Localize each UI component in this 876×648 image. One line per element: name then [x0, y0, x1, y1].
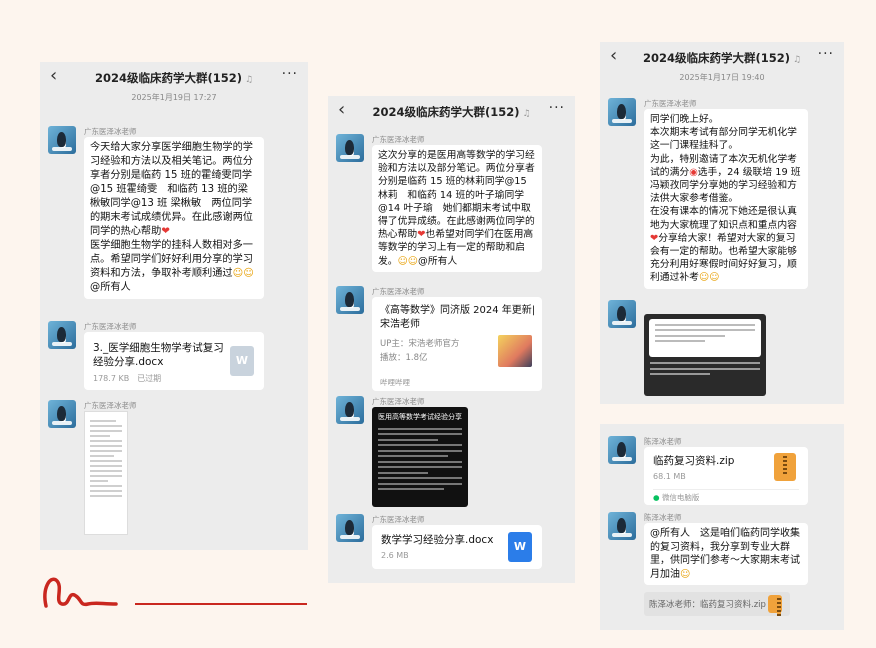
link-source: 哔哩哔哩: [380, 378, 410, 387]
sender-name: 广东医泽冰老师: [84, 401, 137, 410]
link-uploader: UP主：宋浩老师官方: [380, 339, 460, 349]
chat-header: ‹ 2024级临床药学大群(152) ♫ ···: [600, 42, 844, 72]
sender-name: 陈泽冰老师: [644, 437, 682, 446]
sender-name: 广东医泽冰老师: [644, 99, 697, 108]
sender-avatar[interactable]: [608, 300, 636, 328]
message-timestamp: 2025年1月19日 17:27: [131, 93, 217, 102]
chat-header: ‹ 2024级临床药学大群(152) ♫ ···: [40, 62, 308, 92]
sender-name: 广东医泽冰老师: [84, 127, 137, 136]
link-title: 《高等数学》同济版 2024 年更新|宋浩老师: [380, 305, 536, 330]
file-name: 3._医学细胞生物学考试复习经验分享.docx: [93, 342, 224, 368]
chat-header: ‹ 2024级临床药学大群(152) ♫ ···: [328, 96, 575, 126]
decorative-divider: [135, 603, 307, 605]
sender-avatar[interactable]: [48, 126, 76, 154]
message-timestamp: 2025年1月17日 19:40: [679, 73, 765, 82]
sender-avatar[interactable]: [608, 436, 636, 464]
file-size: 68.1 MB: [653, 472, 686, 481]
message-item: 广东医泽冰老师 《高等数学》同济版 2024 年更新|宋浩老师 UP主：宋浩老师…: [336, 286, 567, 396]
mute-bell-icon: ♫: [244, 75, 254, 85]
message-item: 广东医泽冰老师: [48, 400, 300, 540]
video-link-card[interactable]: 《高等数学》同济版 2024 年更新|宋浩老师 UP主：宋浩老师官方 播放：1.…: [372, 297, 542, 391]
smile-emoji-icon: ☺☺: [698, 272, 720, 284]
sender-name: 广东医泽冰老师: [84, 322, 137, 331]
message-item: 广东医泽冰老师 数学学习经验分享.docx 2.6 MB W: [336, 514, 567, 574]
chat-window-review-materials: 陈泽冰老师 临药复习资料.zip 68.1 MB ● 微信电脑版 陈泽冰老师 @…: [600, 424, 844, 630]
video-thumbnail: [498, 335, 532, 367]
message-item: 广东医泽冰老师 同学们晚上好。 本次期末考试有部分同学无机化学这一门课程挂科了。…: [608, 98, 836, 303]
sender-name: 广东医泽冰老师: [372, 287, 425, 296]
wechat-icon: ●: [653, 493, 660, 502]
sender-avatar[interactable]: [48, 400, 76, 428]
quote-text: 陈泽冰老师：临药复习资料.zip: [649, 600, 766, 610]
word-file-icon: W: [508, 532, 532, 562]
sender-name: 陈泽冰老师: [644, 513, 682, 522]
message-bubble[interactable]: 这次分享的是医用高等数学的学习经验和方法以及部分笔记。两位分享者分别是临药 15…: [372, 145, 542, 272]
chat-window-chemistry: ‹ 2024级临床药学大群(152) ♫ ··· 2025年1月17日 19:40…: [600, 42, 844, 404]
chat-window-math: ‹ 2024级临床药学大群(152) ♫ ··· 广东医泽冰老师 这次分享的是医用…: [328, 96, 575, 583]
message-item: 陈泽冰老师 @所有人 这是咱们临药同学收集的复习资料，我分享到专业大群里，供同学…: [608, 512, 836, 592]
message-item: [608, 300, 836, 400]
screenshot-title: 医用高等数学考试经验分享: [378, 413, 462, 421]
smile-emoji-icon: ☺☺: [397, 255, 419, 267]
file-card-docx[interactable]: 3._医学细胞生物学考试复习经验分享.docx 178.7 KB 已过期 W: [84, 332, 264, 390]
link-play-count: 播放：1.8亿: [380, 353, 428, 363]
chat-window-cell-biology: ‹ 2024级临床药学大群(152) ♫ ··· 2025年1月19日 17:27…: [40, 62, 308, 550]
heart-emoji-icon: ❤: [650, 232, 659, 244]
sender-avatar[interactable]: [608, 98, 636, 126]
sender-name: 广东医泽冰老师: [372, 515, 425, 524]
mute-bell-icon: ♫: [522, 109, 531, 119]
file-meta: 178.7 KB 已过期: [93, 374, 162, 383]
hundred-emoji-icon: ◉: [689, 166, 698, 178]
quoted-reply[interactable]: 陈泽冰老师：临药复习资料.zip: [644, 592, 790, 616]
sender-avatar[interactable]: [48, 321, 76, 349]
message-bubble[interactable]: 同学们晚上好。 本次期末考试有部分同学无机化学这一门课程挂科了。 为此，特别邀请…: [644, 109, 808, 289]
message-item: 广东医泽冰老师 这次分享的是医用高等数学的学习经验和方法以及部分笔记。两位分享者…: [336, 134, 567, 284]
notes-image-thumbnail[interactable]: [84, 411, 128, 535]
sender-avatar[interactable]: [336, 134, 364, 162]
sender-name: 广东医泽冰老师: [372, 397, 425, 406]
more-dots-icon[interactable]: ···: [282, 66, 298, 82]
message-bubble[interactable]: @所有人 这是咱们临药同学收集的复习资料，我分享到专业大群里，供同学们参考～大家…: [644, 523, 808, 585]
file-card-docx[interactable]: 数学学习经验分享.docx 2.6 MB W: [372, 525, 542, 569]
message-item: 陈泽冰老师 临药复习资料.zip 68.1 MB ● 微信电脑版: [608, 436, 836, 511]
zip-file-icon: [768, 595, 782, 616]
more-dots-icon[interactable]: ···: [818, 46, 834, 62]
mute-bell-icon: ♫: [792, 55, 802, 65]
sender-avatar[interactable]: [336, 396, 364, 424]
message-item: 广东医泽冰老师 3._医学细胞生物学考试复习经验分享.docx 178.7 KB…: [48, 321, 300, 391]
zip-file-icon: [774, 453, 796, 481]
chat-title: 2024级临床药学大群(152) ♫: [372, 105, 531, 119]
file-card-zip[interactable]: 临药复习资料.zip 68.1 MB ● 微信电脑版: [644, 447, 808, 505]
file-source: ● 微信电脑版: [653, 489, 799, 503]
ribbon-decoration-icon: [43, 577, 118, 608]
chat-title: 2024级临床药学大群(152) ♫: [642, 51, 802, 65]
smile-emoji-icon: ☺☺: [232, 268, 254, 279]
smile-emoji-icon: ☺: [680, 568, 691, 580]
sender-avatar[interactable]: [336, 514, 364, 542]
file-size: 2.6 MB: [381, 551, 409, 560]
more-dots-icon[interactable]: ···: [549, 100, 565, 116]
chat-screenshot-thumbnail[interactable]: [644, 314, 766, 396]
notes-screenshot-thumbnail[interactable]: 医用高等数学考试经验分享: [372, 407, 468, 507]
sender-avatar[interactable]: [608, 512, 636, 540]
sender-name: 广东医泽冰老师: [372, 135, 425, 144]
sender-avatar[interactable]: [336, 286, 364, 314]
word-file-icon: W: [230, 346, 254, 376]
file-name: 数学学习经验分享.docx: [381, 534, 494, 546]
chat-title: 2024级临床药学大群(152) ♫: [94, 71, 254, 85]
heart-emoji-icon: ❤: [161, 226, 170, 237]
file-name: 临药复习资料.zip: [653, 455, 735, 467]
message-bubble[interactable]: 今天给大家分享医学细胞生物学的学习经验和方法以及相关笔记。两位分享者分别是临药 …: [84, 137, 264, 299]
message-item: 广东医泽冰老师 医用高等数学考试经验分享: [336, 396, 567, 511]
